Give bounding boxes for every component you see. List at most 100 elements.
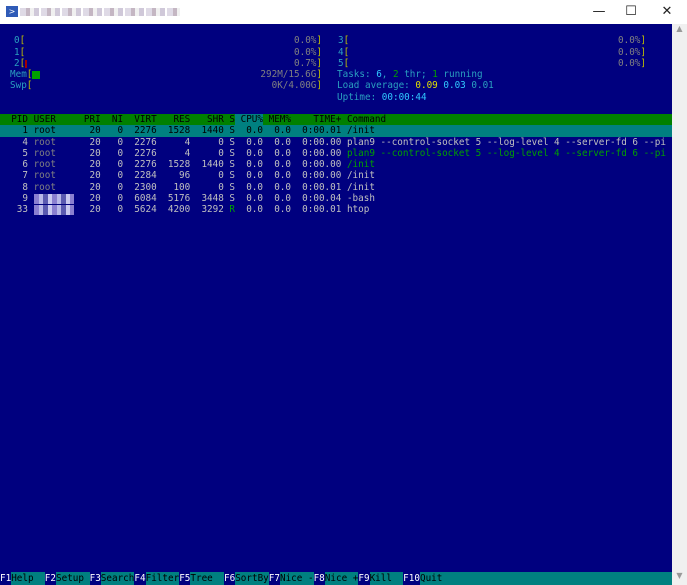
process-pid: 6 bbox=[22, 159, 28, 170]
minimize-button[interactable]: — bbox=[583, 0, 615, 24]
process-command: /init bbox=[346, 181, 375, 193]
process-pid: 9 bbox=[22, 192, 28, 204]
process-time: 0:00.01 bbox=[302, 204, 342, 215]
column-header-command[interactable]: Command bbox=[341, 114, 386, 125]
process-command: plan9 --control-socket 5 --log-level 4 -… bbox=[346, 147, 666, 159]
swap-meter-label: Swp bbox=[10, 80, 27, 92]
column-header-pid[interactable]: PID bbox=[0, 114, 28, 125]
process-virt: 2276 bbox=[134, 147, 157, 159]
column-header-mem[interactable]: MEM% bbox=[263, 114, 291, 125]
fkey-f10[interactable]: F10 bbox=[403, 572, 420, 585]
fkey-f1[interactable]: F1 bbox=[0, 572, 11, 585]
column-header-pri[interactable]: PRI bbox=[78, 114, 101, 125]
process-row[interactable]: 33 20 0 5624 4200 3292 R 0.0 0.0 0:00.01 htop bbox=[0, 204, 672, 215]
process-s: S bbox=[229, 170, 236, 182]
process-row[interactable]: 1 root 20 0 2276 1528 1440 S 0.0 0.0 0:00.01/init bbox=[0, 125, 672, 137]
fkey-f5[interactable]: F5 bbox=[179, 572, 190, 585]
process-res: 4 bbox=[184, 147, 191, 159]
fkey-f4[interactable]: F4 bbox=[134, 572, 145, 585]
fkey-f4-label[interactable]: Filter bbox=[145, 572, 180, 585]
process-cpu: 0.0 bbox=[246, 181, 263, 193]
process-s: S bbox=[229, 181, 236, 193]
process-row[interactable]: 5 root 20 0 2276 4 0 S 0.0 0.0 0:00.00 plan9 --cont… bbox=[0, 148, 672, 159]
column-header-time[interactable]: TIME+ bbox=[291, 114, 341, 125]
fkey-f1-label[interactable]: Help bbox=[11, 572, 45, 585]
fkey-f9-label[interactable]: Kill bbox=[369, 572, 404, 585]
process-row[interactable]: 4 root 20 0 2276 4 0 S 0.0 0.0 0:00.00 plan9 --cont… bbox=[0, 137, 672, 148]
fkey-f7-label[interactable]: Nice - bbox=[279, 572, 314, 585]
fkey-f6[interactable]: F6 bbox=[224, 572, 235, 585]
scroll-up-button[interactable]: ▲ bbox=[672, 24, 687, 38]
process-shr: 0 bbox=[218, 170, 224, 182]
cpu-meter-2-value: 0.7% bbox=[294, 57, 317, 69]
cpu-meter-3-label: 3 bbox=[338, 35, 344, 47]
process-shr: 0 bbox=[218, 147, 224, 159]
maximize-button[interactable]: ☐ bbox=[615, 0, 647, 24]
process-user: root bbox=[33, 136, 56, 148]
process-user: root bbox=[33, 159, 56, 170]
process-pri: 20 bbox=[89, 170, 101, 182]
cpu-meter-0-label: 0 bbox=[14, 35, 20, 47]
process-user bbox=[28, 204, 78, 215]
process-ni: 0 bbox=[117, 147, 124, 159]
process-row[interactable]: 9 20 0 6084 5176 3448 S 0.0 0.0 0:00.04 -bash bbox=[0, 193, 672, 204]
process-command: /init bbox=[346, 170, 375, 182]
process-pid: 5 bbox=[22, 147, 28, 159]
cpu-meter-1-label: 1 bbox=[14, 46, 20, 58]
process-res: 4 bbox=[184, 136, 191, 148]
process-shr: 0 bbox=[218, 136, 224, 148]
close-button[interactable]: ✕ bbox=[651, 0, 683, 24]
memory-meter-value: 292M/15.6G bbox=[260, 69, 317, 80]
uptime-label: Uptime: bbox=[337, 91, 382, 103]
column-header-cpu[interactable]: CPU% bbox=[235, 114, 263, 126]
process-mem: 0.0 bbox=[274, 204, 291, 215]
fkey-f6-label[interactable]: SortBy bbox=[235, 572, 269, 585]
fkey-f8-label[interactable]: Nice + bbox=[324, 572, 359, 585]
fkey-f9[interactable]: F9 bbox=[358, 572, 369, 585]
process-user bbox=[28, 193, 78, 204]
load-15: 0.01 bbox=[471, 80, 494, 92]
process-virt: 2276 bbox=[134, 136, 157, 148]
column-header-ni[interactable]: NI bbox=[101, 114, 123, 125]
memory-meter-label: Mem bbox=[10, 69, 27, 80]
fkey-f7[interactable]: F7 bbox=[269, 572, 280, 585]
swap-meter-bar bbox=[32, 80, 271, 91]
cpu-meter-1: 1[0.0%] bbox=[2, 47, 322, 58]
fkey-f5-label[interactable]: Tree bbox=[190, 572, 224, 585]
load-1: 0.09 bbox=[415, 80, 438, 92]
process-row[interactable]: 7 root 20 0 2284 96 0 S 0.0 0.0 0:00.00/init bbox=[0, 170, 672, 181]
process-row[interactable]: 8 root 20 0 2300 100 0 S 0.0 0.0 0:00.01/init bbox=[0, 182, 672, 193]
column-header-user[interactable]: USER bbox=[28, 114, 78, 125]
process-virt: 2276 bbox=[134, 159, 157, 170]
terminal[interactable]: 0[0.0%] 1[0.0%] 2[0.7%] 3[0.0%] 4[0.0%] 5[0.0… bbox=[0, 24, 672, 585]
cpu-meter-4-label: 4 bbox=[338, 46, 344, 58]
fkey-f10-label[interactable]: Quit bbox=[419, 572, 672, 585]
fkey-f3-label[interactable]: Search bbox=[100, 572, 135, 585]
process-row[interactable]: 6 root 20 0 2276 1528 1440 S 0.0 0.0 0:00.00/init bbox=[0, 159, 672, 170]
load-label: Load average: bbox=[337, 80, 416, 92]
process-time: 0:00.00 bbox=[302, 136, 342, 148]
process-pri: 20 bbox=[89, 159, 101, 170]
load-5: 0.03 bbox=[443, 80, 466, 92]
process-ni: 0 bbox=[117, 125, 124, 137]
process-ni: 0 bbox=[117, 136, 124, 148]
fkey-f8[interactable]: F8 bbox=[314, 572, 325, 585]
fkey-f3[interactable]: F3 bbox=[90, 572, 101, 585]
column-header-res[interactable]: RES bbox=[157, 114, 190, 125]
column-header-shr[interactable]: SHR bbox=[190, 114, 224, 125]
scrollbar[interactable]: ▲ ▼ bbox=[672, 24, 687, 585]
fkey-f2-label[interactable]: Setup bbox=[56, 572, 90, 585]
cpu-meter-0-bar bbox=[25, 35, 294, 46]
fkey-f2[interactable]: F2 bbox=[45, 572, 56, 585]
uptime: Uptime: 00:00:44 bbox=[337, 92, 427, 103]
column-header-virt[interactable]: VIRT bbox=[123, 114, 156, 125]
memory-meter-bar bbox=[32, 69, 260, 80]
cpu-meter-4-value: 0.0% bbox=[618, 46, 641, 58]
process-time: 0:00.04 bbox=[302, 192, 342, 204]
column-header-s[interactable]: S bbox=[224, 114, 235, 125]
sep: , bbox=[381, 69, 393, 80]
process-pri: 20 bbox=[89, 204, 101, 215]
scroll-down-button[interactable]: ▼ bbox=[672, 571, 687, 585]
process-user: root bbox=[33, 147, 56, 159]
cpu-meter-5: 5[0.0%] bbox=[326, 58, 646, 69]
